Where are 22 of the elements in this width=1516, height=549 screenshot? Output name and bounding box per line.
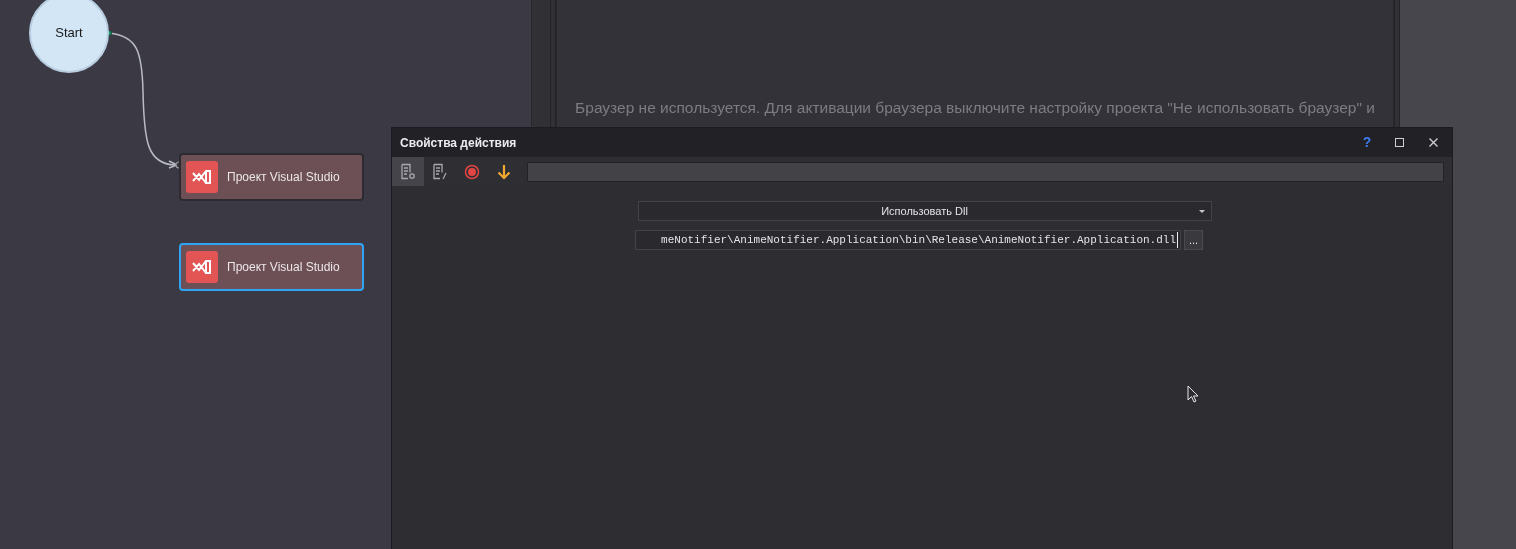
- help-button[interactable]: ?: [1352, 128, 1382, 157]
- dropdown-caret-icon: [1198, 210, 1205, 213]
- visual-studio-icon: [186, 251, 218, 283]
- document-edit-icon: [431, 162, 449, 181]
- browse-button[interactable]: ...: [1184, 230, 1203, 250]
- action-node[interactable]: Проект Visual Studio: [179, 243, 364, 291]
- mode-dropdown[interactable]: Использовать Dll: [637, 201, 1212, 221]
- toolbar-button[interactable]: [392, 157, 424, 186]
- close-icon: [1428, 138, 1438, 147]
- node-label: Проект Visual Studio: [227, 169, 340, 186]
- maximize-icon: [1394, 138, 1404, 147]
- search-field[interactable]: [527, 161, 1444, 182]
- down-arrow-icon: [496, 163, 512, 180]
- mouse-cursor-icon: [1187, 385, 1199, 403]
- browser-disabled-message: Браузер не используется. Для активации браузера выключите настройку проекта "Не использовать браузер" и: [574, 98, 1376, 118]
- node-label: Проект Visual Studio: [227, 259, 340, 276]
- record-icon: [464, 163, 480, 180]
- dialog-title: Свойства действия: [400, 134, 518, 152]
- document-settings-icon: [399, 162, 417, 181]
- start-node[interactable]: Start: [29, 0, 109, 73]
- action-node[interactable]: Проект Visual Studio: [179, 153, 364, 201]
- visual-studio-icon: [186, 161, 218, 193]
